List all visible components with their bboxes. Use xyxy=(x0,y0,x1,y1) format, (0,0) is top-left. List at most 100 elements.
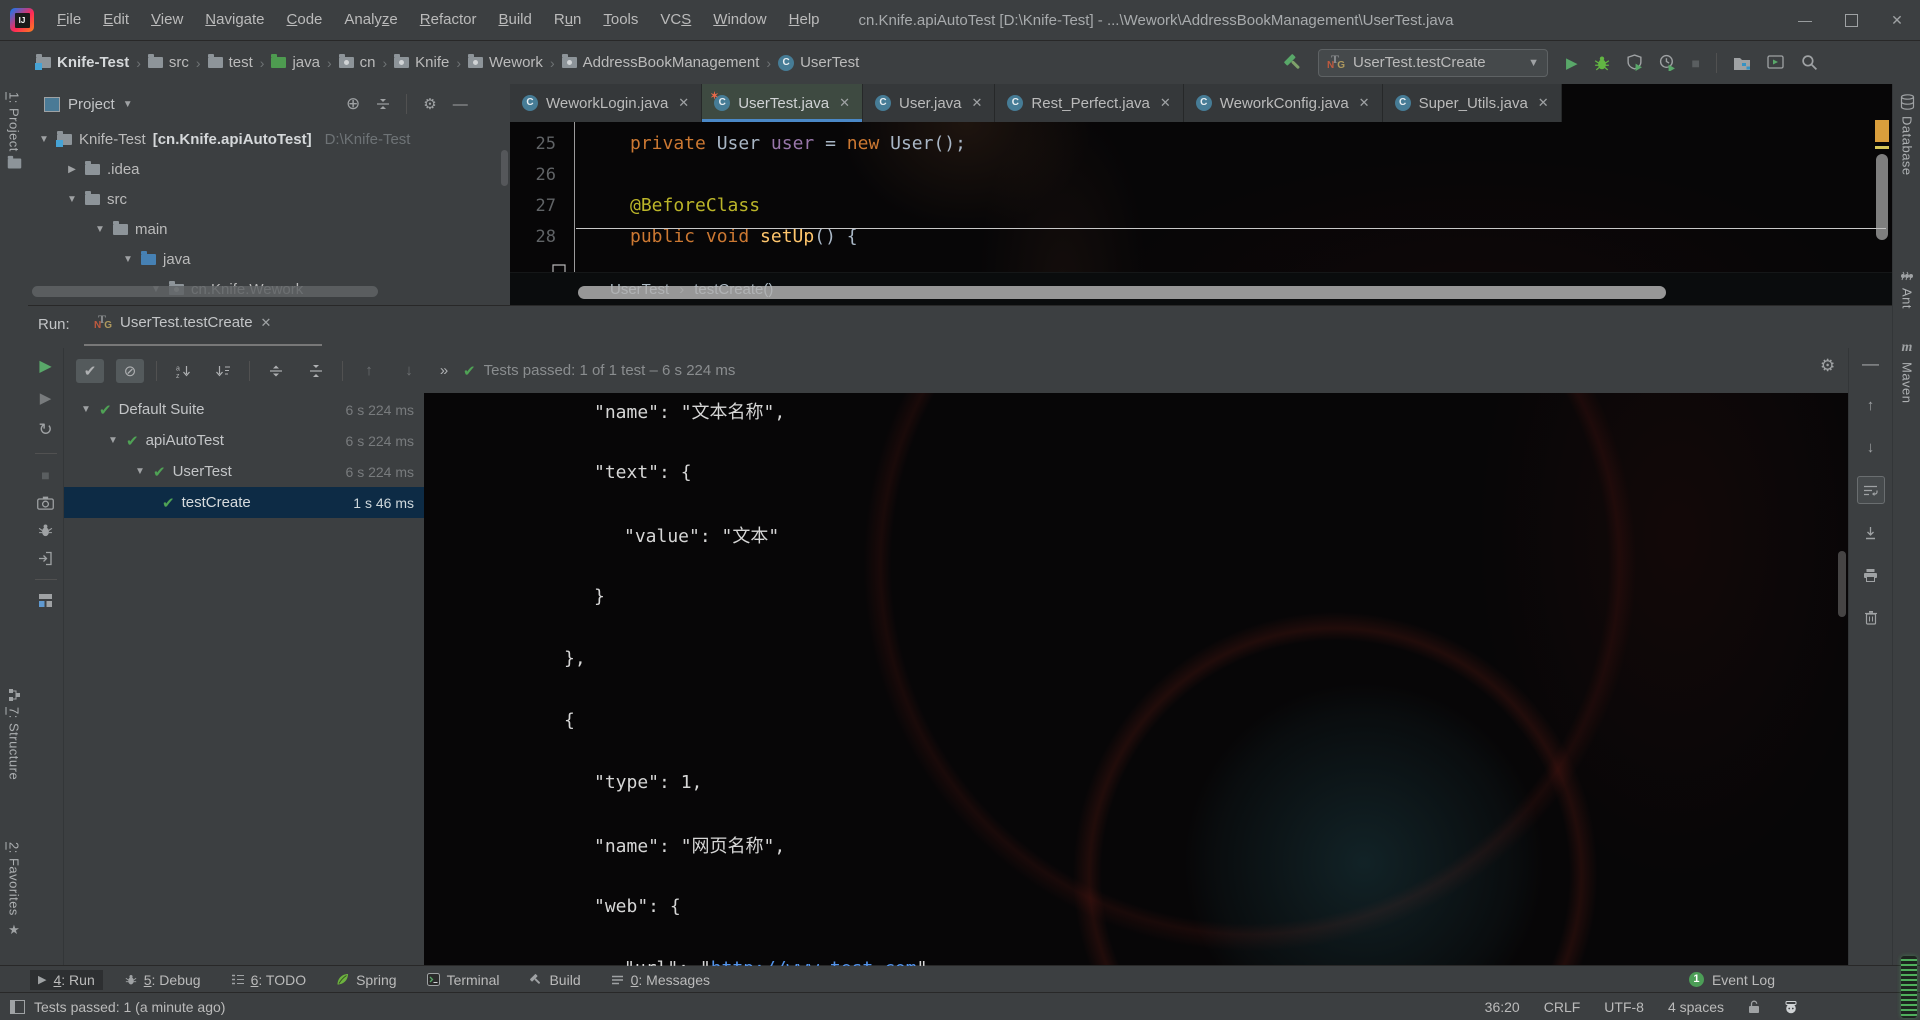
breadcrumb-item-src[interactable]: src xyxy=(147,54,189,71)
chevron-expanded-icon[interactable]: ▼ xyxy=(135,466,146,477)
breadcrumb-item-cn[interactable]: cn xyxy=(338,54,375,71)
breadcrumb-item-java[interactable]: java xyxy=(271,54,320,71)
sidebar-item-ant[interactable]: Ant xyxy=(1893,270,1920,309)
menu-edit[interactable]: Edit xyxy=(92,0,140,40)
run-console[interactable]: "name": "文本名称", "text": {"value": "文本"}},… xyxy=(424,393,1848,966)
tree-item--idea[interactable]: ▶ .idea xyxy=(28,154,510,184)
menu-build[interactable]: Build xyxy=(487,0,542,40)
menu-analyze[interactable]: Analyze xyxy=(333,0,408,40)
restore-layout-icon[interactable] xyxy=(38,593,53,608)
close-icon[interactable]: ✕ xyxy=(1874,0,1920,40)
mute-breakpoints-bug-icon[interactable] xyxy=(38,523,53,538)
editor-horizontal-scrollbar[interactable] xyxy=(578,286,1666,299)
toolwindow-button-build[interactable]: Build xyxy=(521,970,588,990)
previous-failed-test-button[interactable]: ↑ xyxy=(355,359,383,383)
scroll-to-end-icon[interactable] xyxy=(1858,520,1884,546)
stop-button[interactable]: ■ xyxy=(41,467,49,483)
hide-panel-icon[interactable]: — xyxy=(453,96,468,113)
close-icon[interactable]: ✕ xyxy=(261,315,272,331)
breadcrumb-item-knife[interactable]: Knife xyxy=(394,54,449,71)
build-hammer-icon[interactable] xyxy=(1282,52,1304,74)
expand-all-button[interactable] xyxy=(262,359,290,383)
sort-alphabetically-button[interactable]: az xyxy=(169,359,197,383)
chevron-expanded-icon[interactable]: ▼ xyxy=(66,194,78,205)
menu-refactor[interactable]: Refactor xyxy=(409,0,488,40)
breadcrumb-item-addressbookmanagement[interactable]: AddressBookManagement xyxy=(561,54,759,71)
run-button[interactable]: ▶ xyxy=(1566,54,1578,72)
gear-icon[interactable]: ⚙ xyxy=(1820,356,1835,376)
breadcrumb-item-wework[interactable]: Wework xyxy=(468,54,543,71)
toggle-auto-test-button[interactable]: ↻ xyxy=(38,420,52,440)
chevron-expanded-icon[interactable]: ▼ xyxy=(108,435,119,446)
breadcrumb-item-knife-test[interactable]: Knife-Test xyxy=(35,54,129,71)
run-configuration-select[interactable]: TNG UserTest.testCreate ▼ xyxy=(1318,48,1548,77)
code-editor[interactable]: 25 private User user = new User(); 26 27 @Be… xyxy=(510,122,1892,272)
close-icon[interactable]: ✕ xyxy=(839,95,850,111)
close-icon[interactable]: ✕ xyxy=(972,95,983,111)
menu-view[interactable]: View xyxy=(140,0,194,40)
show-passed-toggle[interactable]: ✔ xyxy=(76,358,104,383)
profiler-button[interactable] xyxy=(1659,54,1676,71)
editor-tab-weworklogin.java[interactable]: C WeworkLogin.java ✕ xyxy=(510,84,703,122)
close-icon[interactable]: ✕ xyxy=(678,95,689,111)
soft-wrap-toggle[interactable] xyxy=(1856,476,1885,504)
menu-tools[interactable]: Tools xyxy=(592,0,649,40)
search-everywhere-icon[interactable] xyxy=(1801,54,1818,71)
editor-tab-rest_perfect.java[interactable]: C Rest_Perfect.java ✕ xyxy=(995,84,1184,122)
toolwindow-button-4-run[interactable]: ▶ 4: Run xyxy=(30,969,103,990)
close-icon[interactable]: ✕ xyxy=(1359,95,1370,111)
menu-help[interactable]: Help xyxy=(778,0,831,40)
console-hyperlink[interactable]: http://www.test.com xyxy=(711,958,917,966)
chevron-expanded-icon[interactable]: ▼ xyxy=(38,134,50,145)
toolwindow-button-6-todo[interactable]: 6: TODO xyxy=(223,970,315,990)
test-tree-item-default suite[interactable]: ▼ ✔ Default Suite 6 s 224 ms xyxy=(64,394,424,425)
close-icon[interactable]: ✕ xyxy=(1160,95,1171,111)
test-tree-item-apiautotest[interactable]: ▼ ✔ apiAutoTest 6 s 224 ms xyxy=(64,425,424,456)
warning-stripe-line[interactable] xyxy=(1875,146,1889,149)
debug-button[interactable] xyxy=(1594,55,1610,71)
sidebar-item-maven[interactable]: m Maven xyxy=(1893,340,1920,404)
caret-position[interactable]: 36:20 xyxy=(1485,999,1520,1015)
scroll-up-icon[interactable]: ↑ xyxy=(1858,392,1884,418)
locate-file-icon[interactable]: ⊕ xyxy=(346,94,360,114)
scroll-down-icon[interactable]: ↓ xyxy=(1858,434,1884,460)
test-tree-item-usertest[interactable]: ▼ ✔ UserTest 6 s 224 ms xyxy=(64,456,424,487)
toolwindows-folder-icon[interactable] xyxy=(1733,55,1751,71)
thread-dump-camera-icon[interactable] xyxy=(37,496,54,510)
project-vertical-scrollbar[interactable] xyxy=(501,150,508,186)
chevron-expanded-icon[interactable]: ▼ xyxy=(122,254,134,265)
toolwindow-button-0-messages[interactable]: 0: Messages xyxy=(603,970,718,990)
tree-item-src[interactable]: ▼ src xyxy=(28,184,510,214)
sidebar-item-favorites[interactable]: 2: Favorites ★ xyxy=(0,842,28,938)
project-horizontal-scrollbar[interactable] xyxy=(32,286,378,297)
sort-by-duration-button[interactable] xyxy=(209,359,237,383)
more-actions-icon[interactable]: » xyxy=(435,359,453,383)
toolwindow-button-terminal[interactable]: Terminal xyxy=(419,970,508,990)
close-icon[interactable]: ✕ xyxy=(1538,95,1549,111)
menu-file[interactable]: File xyxy=(46,0,92,40)
breadcrumb-item-usertest[interactable]: C UserTest xyxy=(778,54,859,71)
lock-icon[interactable] xyxy=(1748,1000,1760,1014)
warning-stripe-mark[interactable] xyxy=(1875,120,1889,142)
print-icon[interactable] xyxy=(1858,562,1884,588)
breadcrumb-item-test[interactable]: test xyxy=(207,54,253,71)
chevron-collapsed-icon[interactable]: ▶ xyxy=(66,164,78,175)
indent-style[interactable]: 4 spaces xyxy=(1668,999,1724,1015)
collapse-all-button[interactable] xyxy=(302,359,330,383)
tree-item-knife-test[interactable]: ▼ Knife-Test [cn.Knife.apiAutoTest] D:\Knif… xyxy=(28,124,510,154)
toolwindow-button-spring[interactable]: Spring xyxy=(328,970,404,990)
run-tab[interactable]: TNG UserTest.testCreate ✕ xyxy=(94,313,272,332)
tree-item-main[interactable]: ▼ main xyxy=(28,214,510,244)
sidebar-item-structure[interactable]: 7: Structure xyxy=(0,688,28,780)
rerun-button[interactable]: ▶ xyxy=(39,356,51,376)
menu-vcs[interactable]: VCS xyxy=(649,0,702,40)
file-encoding[interactable]: UTF-8 xyxy=(1604,999,1644,1015)
editor-tab-weworkconfig.java[interactable]: C WeworkConfig.java ✕ xyxy=(1183,84,1383,122)
minimize-icon[interactable]: — xyxy=(1782,0,1828,40)
sidebar-item-project[interactable]: 1: Project xyxy=(0,92,28,169)
menu-run[interactable]: Run xyxy=(543,0,593,40)
show-ignored-toggle[interactable]: ⊘ xyxy=(116,358,144,383)
rerun-failed-tests-button[interactable]: ▶ xyxy=(40,389,52,407)
maximize-icon[interactable] xyxy=(1828,0,1874,40)
chevron-expanded-icon[interactable]: ▼ xyxy=(81,404,92,415)
